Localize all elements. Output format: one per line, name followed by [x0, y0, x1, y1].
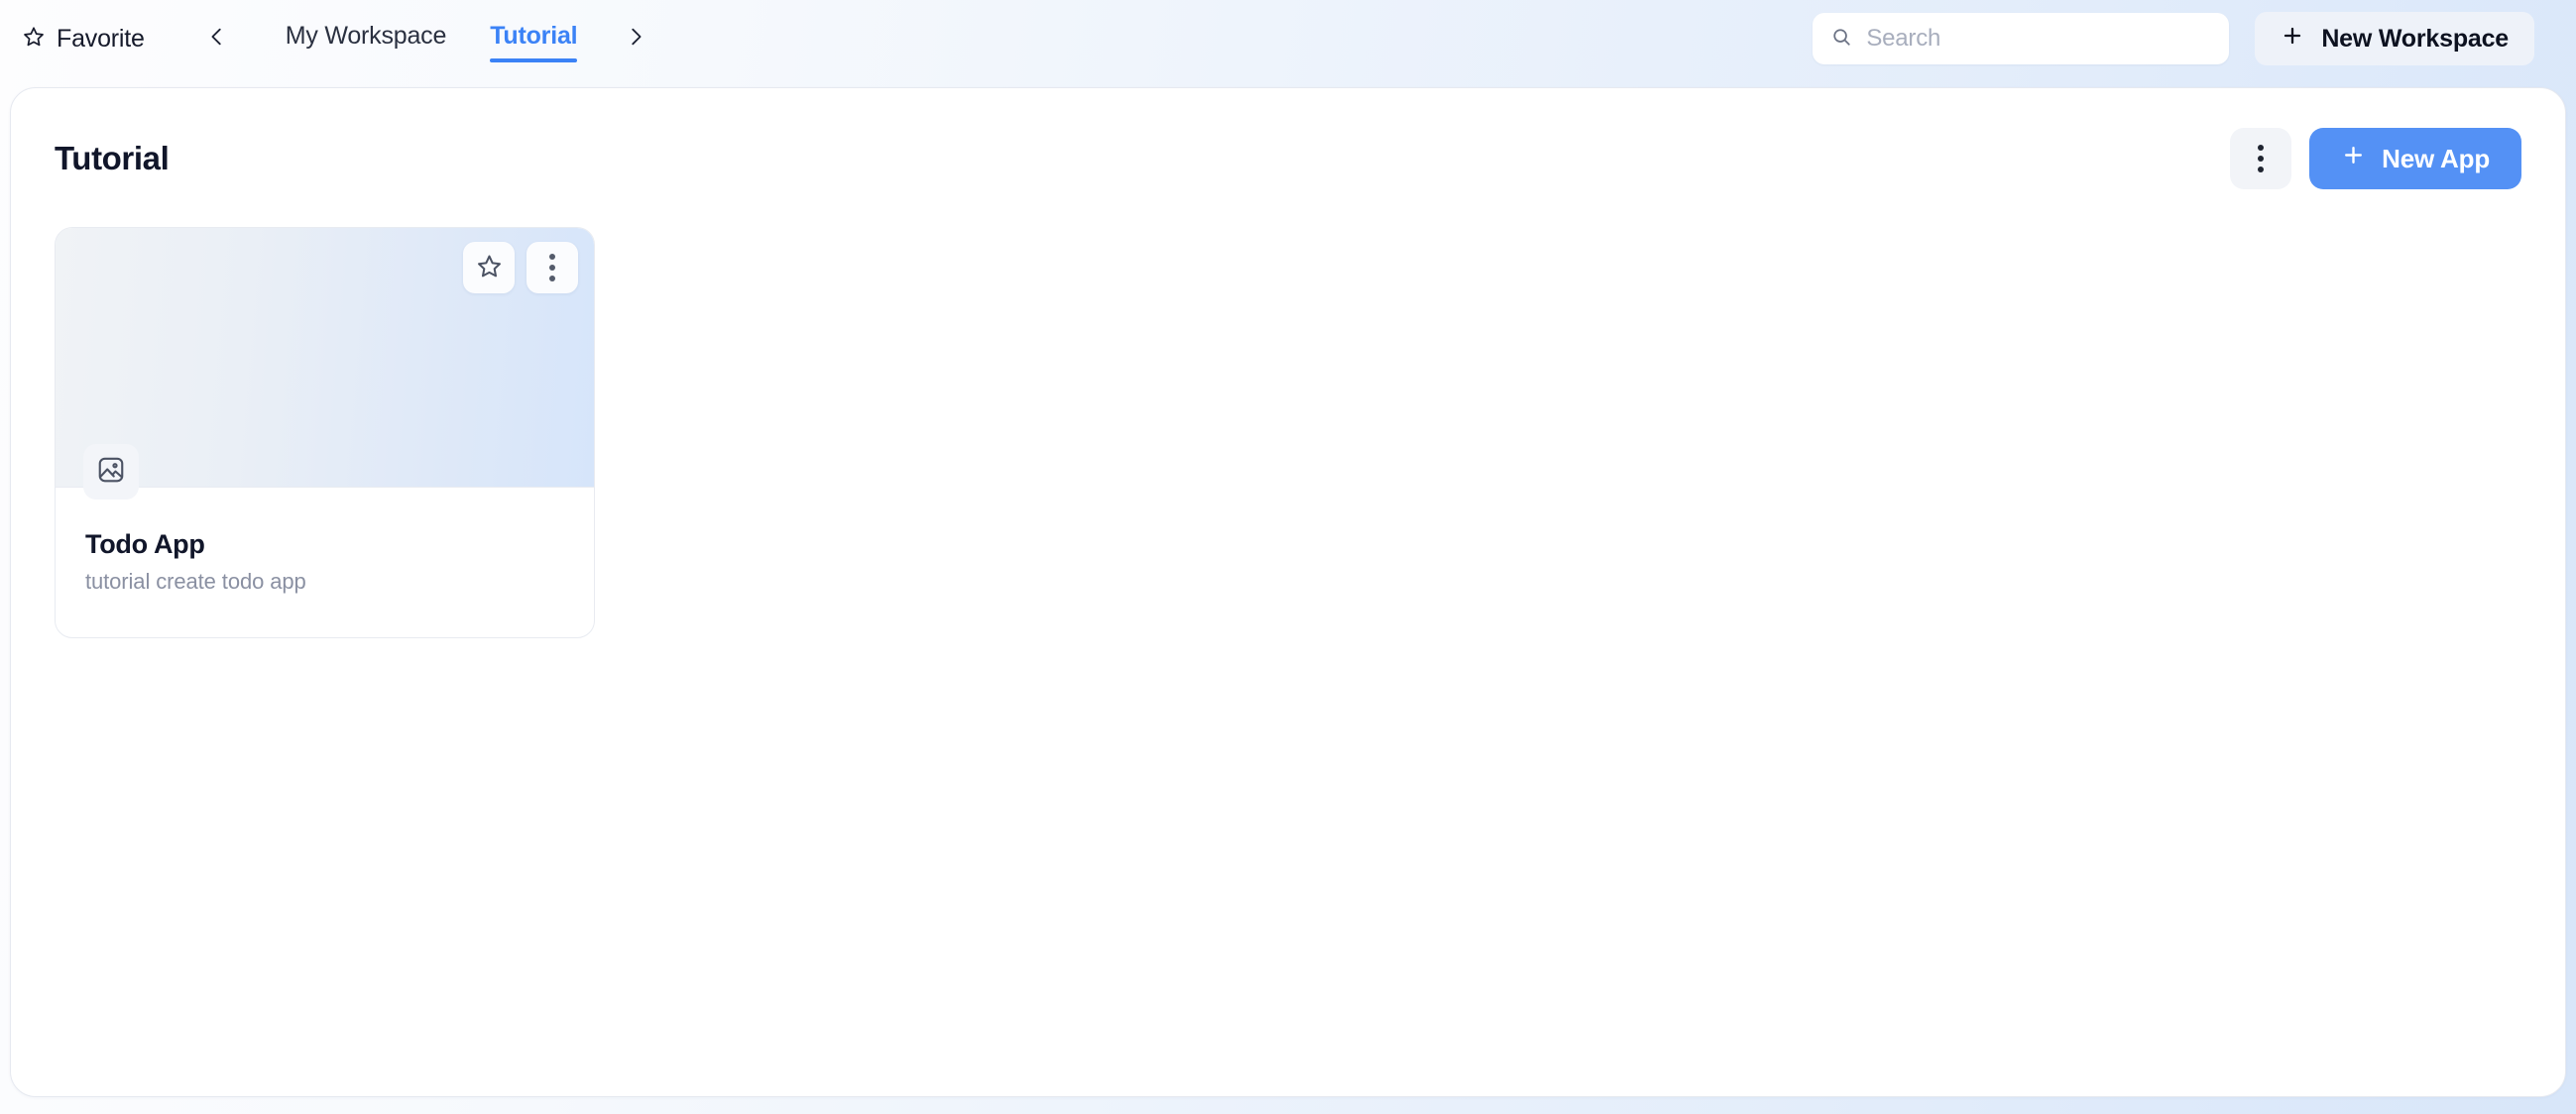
top-bar: Favorite My Workspace Tutorial Search Ne… — [0, 0, 2576, 77]
search-icon — [1830, 26, 1852, 53]
plus-icon — [2281, 24, 2304, 55]
new-app-label: New App — [2382, 143, 2490, 173]
app-card-thumbnail — [56, 228, 594, 500]
image-placeholder-icon — [96, 455, 126, 490]
app-card-subtitle: tutorial create todo app — [85, 569, 306, 594]
new-workspace-button[interactable]: New Workspace — [2255, 12, 2534, 65]
tab-my-workspace-label: My Workspace — [285, 21, 447, 50]
star-outline-icon — [476, 253, 503, 282]
panel-header: Tutorial New App — [11, 88, 2565, 189]
app-card-body: Todo App tutorial create todo app — [56, 488, 594, 595]
panel-actions: New App — [2230, 128, 2521, 189]
workspace-panel: Tutorial New App Todo App tutorial creat… — [10, 87, 2566, 1097]
search-box[interactable] — [1813, 13, 2230, 64]
top-bar-right-group: New Workspace — [1813, 12, 2534, 65]
page-title: Tutorial — [55, 140, 170, 176]
app-menu-button[interactable] — [527, 242, 578, 293]
app-card-title: Todo App — [85, 529, 205, 559]
app-card-thumbnail-actions — [463, 242, 578, 293]
app-favorite-button[interactable] — [463, 242, 515, 293]
app-card-grid: Todo App tutorial create todo app — [11, 189, 2565, 676]
app-thumbnail-placeholder — [83, 444, 139, 500]
new-app-button[interactable]: New App — [2309, 128, 2521, 189]
tab-my-workspace[interactable]: My Workspace — [264, 8, 468, 70]
app-card[interactable]: Todo App tutorial create todo app — [55, 227, 595, 638]
tab-tutorial-label: Tutorial — [490, 21, 578, 50]
tabs-prev-button[interactable] — [194, 16, 240, 61]
star-outline-icon — [22, 25, 46, 54]
chevron-right-icon — [625, 26, 646, 53]
chevron-left-icon — [206, 26, 228, 53]
new-workspace-label: New Workspace — [2321, 24, 2509, 53]
search-input[interactable] — [1866, 25, 2212, 53]
kebab-menu-icon — [2258, 145, 2265, 172]
plus-icon — [2341, 143, 2366, 174]
kebab-menu-icon — [549, 254, 555, 281]
panel-more-button[interactable] — [2230, 128, 2292, 189]
tab-tutorial[interactable]: Tutorial — [468, 8, 599, 70]
favorite-label: Favorite — [57, 24, 145, 53]
tabs-next-button[interactable] — [613, 16, 658, 61]
favorite-button[interactable]: Favorite — [14, 19, 153, 59]
workspace-tabs: My Workspace Tutorial — [264, 8, 600, 70]
